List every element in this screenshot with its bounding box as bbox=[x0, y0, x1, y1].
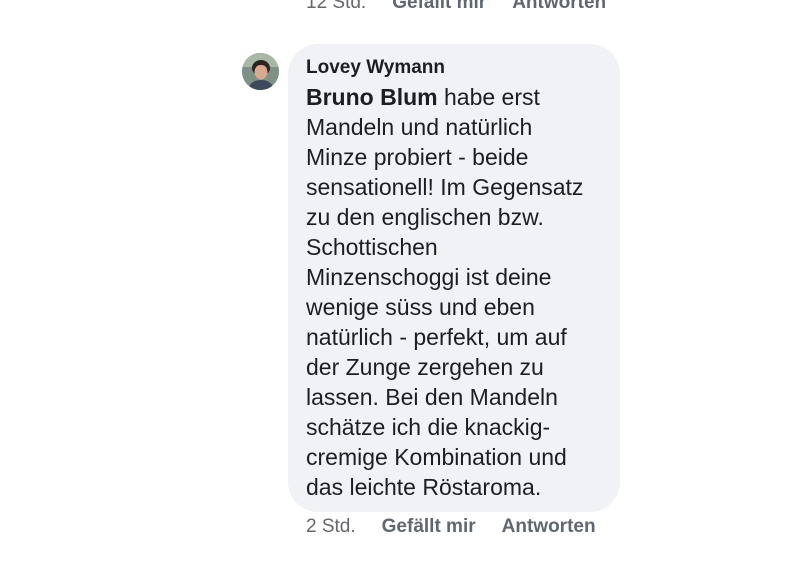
comment-line: Minze probiert - beide bbox=[306, 144, 529, 170]
comment-line: zu den englischen bzw. bbox=[306, 204, 544, 230]
comment-line: Mandeln und natürlich bbox=[306, 114, 533, 140]
comment-line: natürlich - perfekt, um auf bbox=[306, 324, 567, 350]
mention-link[interactable]: Bruno Blum bbox=[306, 84, 438, 110]
previous-comment-actions: 12 Std. Gefällt mir Antworten bbox=[306, 0, 606, 14]
user-avatar-photo-icon bbox=[242, 53, 279, 90]
comment-timestamp[interactable]: 2 Std. bbox=[306, 516, 356, 538]
previous-like-button[interactable]: Gefällt mir bbox=[392, 0, 486, 14]
comment-line: das leichte Röstaroma. bbox=[306, 474, 542, 500]
comment-line: lassen. Bei den Mandeln bbox=[306, 384, 558, 410]
avatar[interactable] bbox=[242, 53, 279, 90]
previous-comment-timestamp: 12 Std. bbox=[306, 0, 367, 13]
comment-text: Bruno Blum habe erst Mandeln und natürli… bbox=[306, 82, 610, 502]
comment-line: schätze ich die knackig- bbox=[306, 414, 551, 440]
comment-line: Bruno Blum habe erst bbox=[306, 84, 540, 110]
comment-line: Minzenschoggi ist deine bbox=[306, 264, 552, 290]
comment-line: cremige Kombination und bbox=[306, 444, 567, 470]
comment-line: der Zunge zergehen zu bbox=[306, 354, 544, 380]
comment-bubble: Lovey Wymann Bruno Blum habe erst Mandel… bbox=[288, 44, 620, 512]
like-button[interactable]: Gefällt mir bbox=[382, 516, 476, 538]
comment-line: sensationell! Im Gegensatz bbox=[306, 174, 584, 200]
previous-reply-button[interactable]: Antworten bbox=[512, 0, 606, 14]
comment-line: Schottischen bbox=[306, 234, 438, 260]
reply-button[interactable]: Antworten bbox=[502, 516, 596, 538]
comment-line: wenige süss und eben bbox=[306, 294, 535, 320]
comment-author-name[interactable]: Lovey Wymann bbox=[306, 57, 610, 79]
comment-actions: 2 Std. Gefällt mir Antworten bbox=[306, 516, 596, 538]
